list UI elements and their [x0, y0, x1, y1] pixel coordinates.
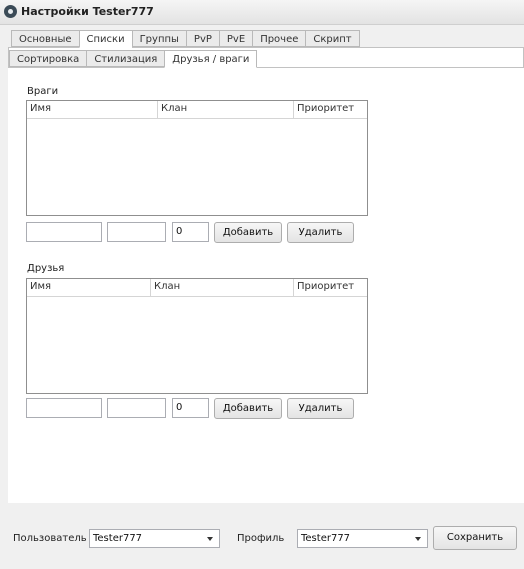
friends-col-name[interactable]: Имя: [27, 279, 151, 296]
tab-other[interactable]: Прочее: [252, 30, 306, 47]
sub-tab-strip: Сортировка Стилизация Друзья / враги: [9, 50, 258, 68]
friends-list[interactable]: Имя Клан Приоритет: [26, 278, 368, 394]
chevron-down-icon: [207, 537, 213, 541]
window-title: Настройки Tester777: [21, 5, 154, 18]
app-gear-icon: [4, 5, 17, 18]
tab-friends-enemies[interactable]: Друзья / враги: [164, 50, 258, 68]
enemies-priority-input[interactable]: 0: [172, 222, 209, 242]
tab-styling[interactable]: Стилизация: [86, 50, 165, 67]
friends-col-priority[interactable]: Приоритет: [294, 279, 367, 296]
enemies-list-header: Имя Клан Приоритет: [27, 101, 367, 119]
enemies-clan-input[interactable]: [107, 222, 166, 242]
user-label: Пользователь: [13, 533, 87, 544]
enemies-remove-button[interactable]: Удалить: [287, 222, 354, 243]
friends-name-input[interactable]: [26, 398, 102, 418]
tab-lists[interactable]: Списки: [78, 30, 132, 48]
title-bar: Настройки Tester777: [0, 0, 524, 25]
friends-clan-input[interactable]: [107, 398, 166, 418]
friends-col-clan[interactable]: Клан: [151, 279, 294, 296]
tab-pvp[interactable]: PvP: [185, 30, 219, 47]
user-select[interactable]: Tester777: [89, 529, 220, 548]
enemies-col-clan[interactable]: Клан: [158, 101, 294, 118]
friends-list-header: Имя Клан Приоритет: [27, 279, 367, 297]
friends-add-button[interactable]: Добавить: [214, 398, 282, 419]
tab-main[interactable]: Основные: [11, 30, 79, 47]
main-tab-strip: Основные Списки Группы PvP PvE Прочее Ск…: [11, 30, 360, 48]
enemies-col-name[interactable]: Имя: [27, 101, 158, 118]
tab-groups[interactable]: Группы: [131, 30, 186, 47]
enemies-name-input[interactable]: [26, 222, 102, 242]
profile-select-value: Tester777: [301, 533, 351, 544]
friends-remove-button[interactable]: Удалить: [287, 398, 354, 419]
tab-pve[interactable]: PvE: [218, 30, 253, 47]
save-button[interactable]: Сохранить: [433, 526, 517, 550]
chevron-down-icon: [415, 537, 421, 541]
profile-select[interactable]: Tester777: [297, 529, 428, 548]
enemies-list[interactable]: Имя Клан Приоритет: [26, 100, 368, 216]
tab-script[interactable]: Скрипт: [305, 30, 360, 47]
tab-sorting[interactable]: Сортировка: [9, 50, 87, 67]
friends-label: Друзья: [27, 263, 65, 274]
friends-priority-input[interactable]: 0: [172, 398, 209, 418]
enemies-add-button[interactable]: Добавить: [214, 222, 282, 243]
profile-label: Профиль: [237, 533, 285, 544]
user-select-value: Tester777: [93, 533, 143, 544]
enemies-col-priority[interactable]: Приоритет: [294, 101, 367, 118]
enemies-label: Враги: [27, 86, 59, 97]
